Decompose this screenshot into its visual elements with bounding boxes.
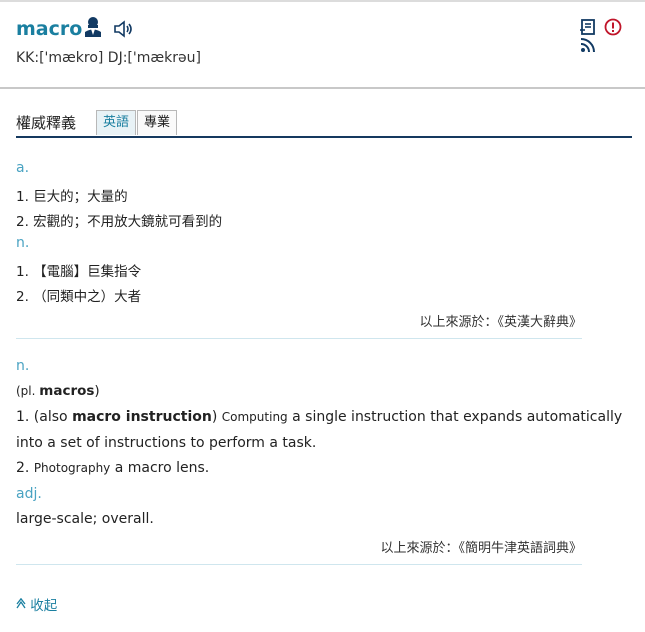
definition-item: 2. Photography a macro lens. — [16, 460, 210, 476]
pronunciation: KK:['mækro] DJ:['mækrəu] — [16, 50, 201, 66]
definition-item: large-scale; overall. — [16, 511, 154, 527]
block-divider — [16, 338, 582, 339]
add-to-wordbook-icon[interactable] — [579, 18, 597, 36]
tab-english[interactable]: 英語 — [96, 110, 137, 135]
speaker-icon[interactable] — [112, 18, 134, 40]
definition-item: 2. 宏觀的；不用放大鏡就可看到的 — [16, 214, 223, 230]
source-note: 以上來源於：《簡明牛津英語詞典》 — [380, 541, 582, 556]
collapse-link[interactable]: 收起 — [16, 594, 57, 614]
source-note: 以上來源於：《英漢大辭典》 — [419, 315, 582, 330]
entry-header: macro KK:['mækro] DJ:['mækrəu] — [16, 14, 636, 74]
top-border — [0, 0, 645, 2]
part-of-speech: a. — [16, 160, 30, 176]
definition-item: 1. (also macro instruction) Computing a … — [16, 409, 623, 425]
definition-block-oxford: n. (pl. macros) 1. (also macro instructi… — [16, 358, 622, 558]
definition-tabs: 權威釋義 英語 專業 — [16, 110, 632, 138]
headword: macro — [16, 18, 83, 40]
rss-icon[interactable] — [579, 36, 597, 54]
collapse-label: 收起 — [30, 598, 58, 614]
definition-item: 2. （同類中之）大者 — [16, 289, 142, 305]
part-of-speech: n. — [16, 358, 30, 374]
definition-item: 1. 【電腦】巨集指令 — [16, 264, 142, 280]
part-of-speech: adj. — [16, 486, 42, 502]
plural-form: (pl. macros) — [16, 383, 100, 399]
header-divider — [0, 87, 645, 89]
definition-item-continued: into a set of instructions to perform a … — [16, 435, 317, 451]
definition-block-ec: a. 1. 巨大的；大量的 2. 宏觀的；不用放大鏡就可看到的 n. 1. 【電… — [16, 160, 582, 332]
report-error-icon[interactable] — [604, 18, 622, 36]
person-pronunciation-icon[interactable] — [82, 16, 104, 38]
tab-professional[interactable]: 專業 — [137, 110, 178, 135]
collapse-arrow-icon — [16, 597, 30, 614]
block-divider — [16, 564, 582, 565]
header-toolbar — [576, 18, 636, 53]
authoritative-definitions-title: 權威釋義 — [16, 114, 77, 132]
definition-item: 1. 巨大的；大量的 — [16, 189, 128, 205]
part-of-speech: n. — [16, 235, 30, 251]
